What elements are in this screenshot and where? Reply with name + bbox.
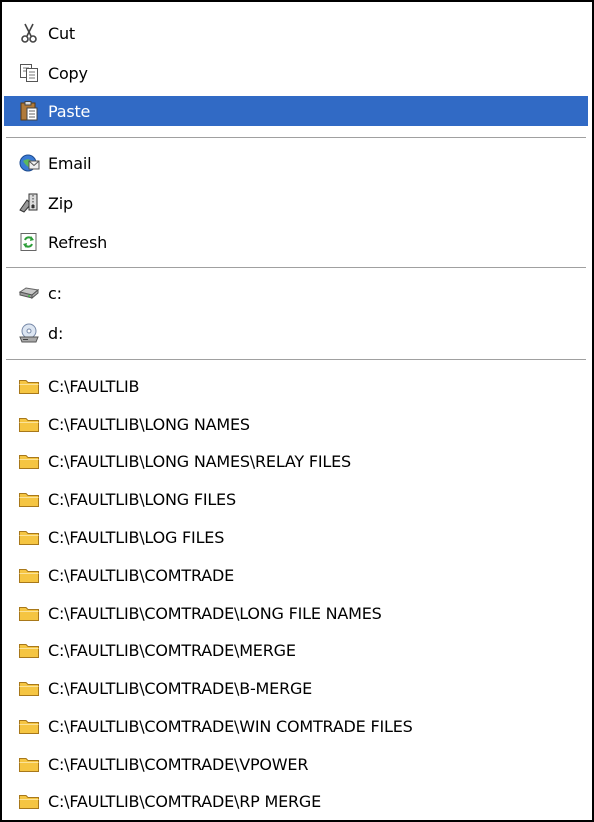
menu-item-folder[interactable]: C:\FAULTLIB\COMTRADE (4, 560, 588, 590)
menu-item-copy[interactable]: Copy (4, 58, 588, 88)
menu-item-label: Cut (48, 23, 75, 43)
zip-icon (18, 192, 40, 214)
hard-drive-icon (18, 282, 40, 304)
folder-path: C:\FAULTLIB\COMTRADE\B-MERGE (48, 678, 313, 698)
menu-item-label: d: (48, 323, 64, 343)
folder-path: C:\FAULTLIB\COMTRADE (48, 565, 235, 585)
folder-path: C:\FAULTLIB\COMTRADE\LONG FILE NAMES (48, 603, 382, 623)
menu-item-folder[interactable]: C:\FAULTLIB\LONG NAMES\RELAY FILES (4, 446, 588, 476)
folder-icon (18, 526, 40, 548)
menu-separator (6, 137, 586, 139)
menu-item-folder[interactable]: C:\FAULTLIB\COMTRADE\B-MERGE (4, 673, 588, 703)
context-menu: Cut Copy Paste Email Zip Refresh c: d: C… (0, 0, 594, 822)
menu-item-folder[interactable]: C:\FAULTLIB\COMTRADE\LONG FILE NAMES (4, 598, 588, 628)
menu-item-label: c: (48, 283, 62, 303)
menu-item-zip[interactable]: Zip (4, 188, 588, 218)
folder-path: C:\FAULTLIB\COMTRADE\VPOWER (48, 754, 309, 774)
folder-path: C:\FAULTLIB\LONG NAMES (48, 414, 250, 434)
menu-item-refresh[interactable]: Refresh (4, 227, 588, 257)
menu-item-cut[interactable]: Cut (4, 18, 588, 48)
folder-icon (18, 375, 40, 397)
folder-icon (18, 450, 40, 472)
folder-path: C:\FAULTLIB\LONG NAMES\RELAY FILES (48, 451, 351, 471)
menu-item-folder[interactable]: C:\FAULTLIB\LONG NAMES (4, 409, 588, 439)
email-icon (18, 152, 40, 174)
menu-separator (6, 267, 586, 269)
menu-item-label: Paste (48, 101, 91, 121)
menu-item-label: Copy (48, 63, 88, 83)
folder-path: C:\FAULTLIB\LOG FILES (48, 527, 225, 547)
menu-item-folder[interactable]: C:\FAULTLIB\COMTRADE\WIN COMTRADE FILES (4, 711, 588, 741)
folder-path: C:\FAULTLIB\COMTRADE\RP MERGE (48, 791, 321, 811)
menu-item-label: Refresh (48, 232, 108, 252)
refresh-icon (18, 231, 40, 253)
menu-item-drive-d[interactable]: d: (4, 318, 588, 348)
folder-path: C:\FAULTLIB\COMTRADE\WIN COMTRADE FILES (48, 716, 413, 736)
menu-item-folder[interactable]: C:\FAULTLIB\COMTRADE\RP MERGE (4, 786, 588, 816)
folder-path: C:\FAULTLIB\LONG FILES (48, 489, 236, 509)
folder-icon (18, 753, 40, 775)
menu-item-email[interactable]: Email (4, 148, 588, 178)
cd-drive-icon (18, 322, 40, 344)
folder-icon (18, 715, 40, 737)
scissors-icon (18, 22, 40, 44)
menu-item-folder[interactable]: C:\FAULTLIB\LONG FILES (4, 484, 588, 514)
folder-icon (18, 677, 40, 699)
menu-item-paste[interactable]: Paste (4, 96, 588, 126)
menu-item-drive-c[interactable]: c: (4, 278, 588, 308)
copy-icon (18, 62, 40, 84)
folder-icon (18, 564, 40, 586)
folder-icon (18, 488, 40, 510)
menu-item-label: Zip (48, 193, 73, 213)
menu-item-label: Email (48, 153, 92, 173)
menu-item-folder[interactable]: C:\FAULTLIB\LOG FILES (4, 522, 588, 552)
menu-separator (6, 359, 586, 361)
clipboard-icon (18, 100, 40, 122)
menu-item-folder[interactable]: C:\FAULTLIB\COMTRADE\VPOWER (4, 749, 588, 779)
folder-icon (18, 413, 40, 435)
folder-path: C:\FAULTLIB (48, 376, 140, 396)
folder-path: C:\FAULTLIB\COMTRADE\MERGE (48, 640, 296, 660)
menu-item-folder[interactable]: C:\FAULTLIB (4, 371, 588, 401)
folder-icon (18, 639, 40, 661)
folder-icon (18, 790, 40, 812)
menu-item-folder[interactable]: C:\FAULTLIB\COMTRADE\MERGE (4, 635, 588, 665)
folder-icon (18, 602, 40, 624)
